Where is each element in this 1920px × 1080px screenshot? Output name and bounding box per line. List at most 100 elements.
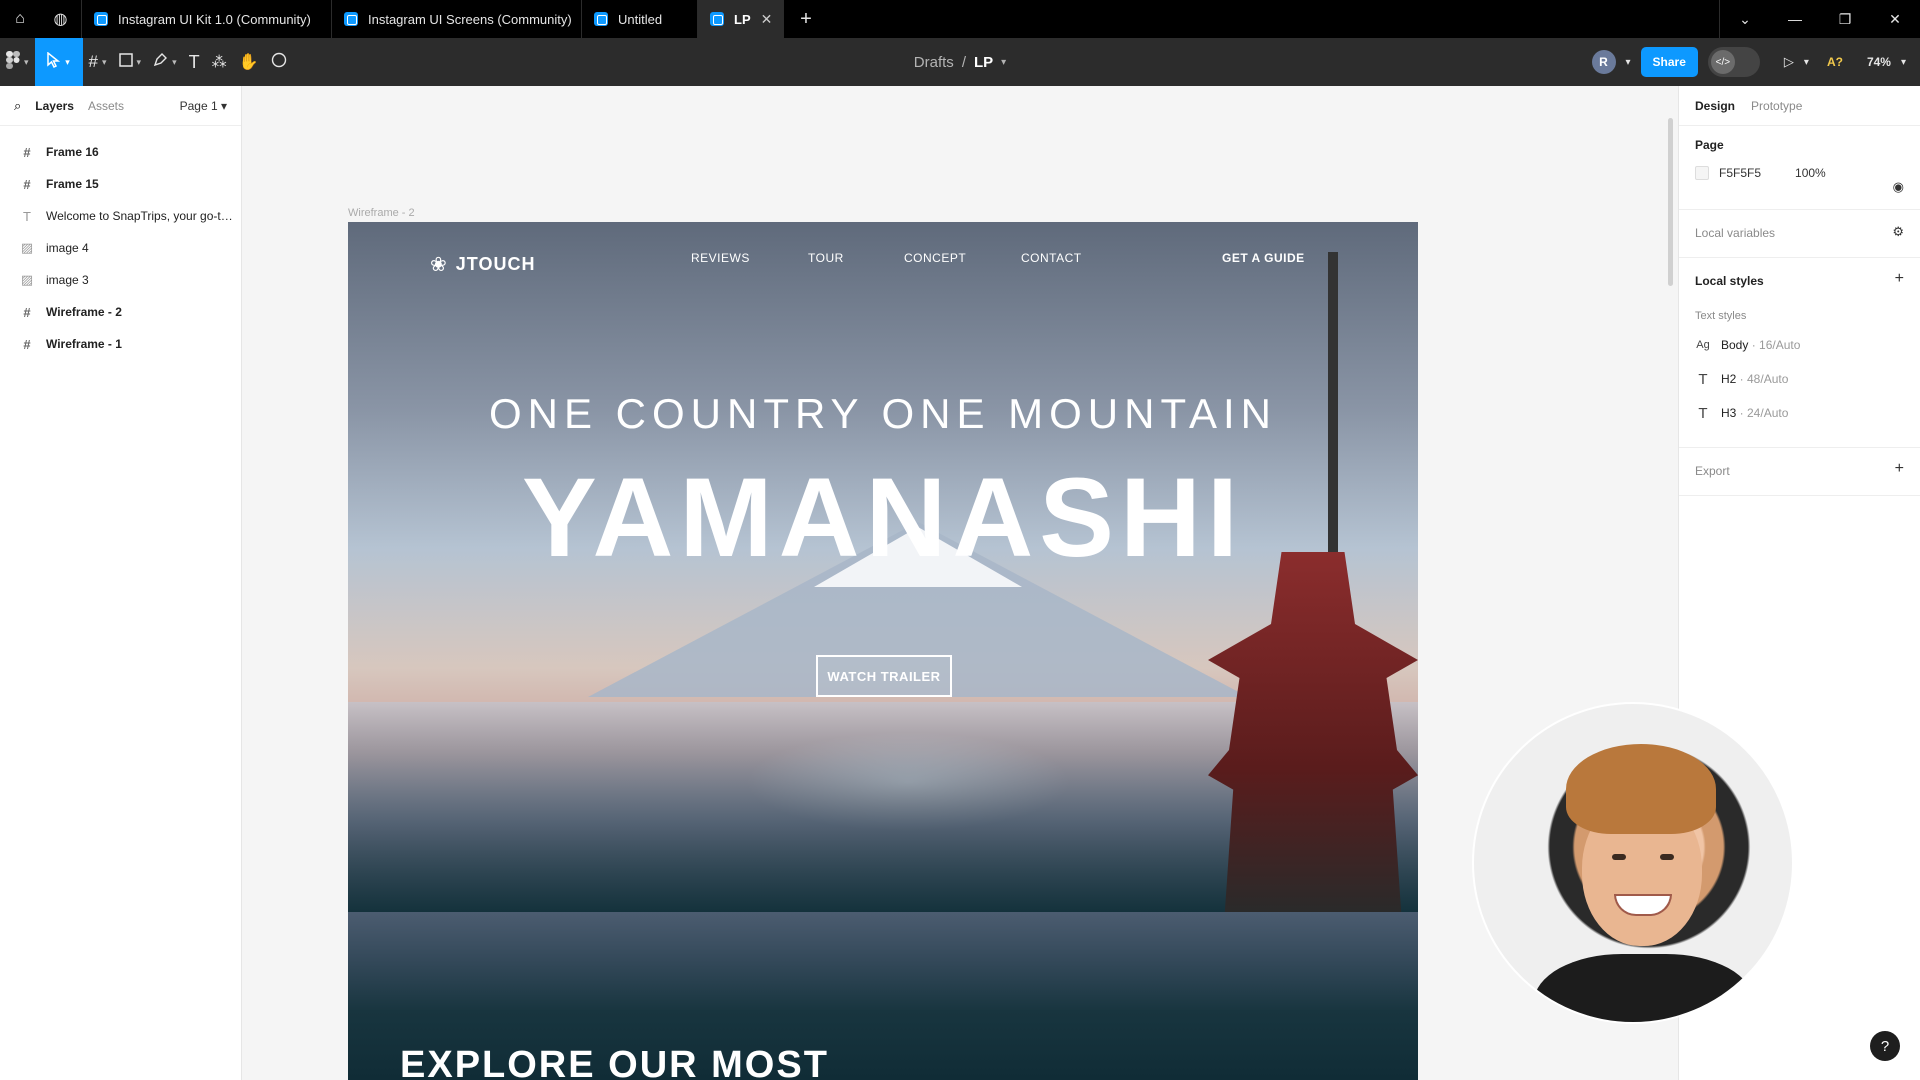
canvas-scrollbar[interactable] [1668,118,1673,286]
layer-item[interactable]: # Wireframe - 1 [0,328,241,360]
search-icon[interactable]: ⌕ [14,98,21,114]
webcam-eye [1660,854,1674,860]
figma-file-icon [594,12,608,26]
tab-instagram-ui-kit[interactable]: Instagram UI Kit 1.0 (Community) [82,0,332,38]
logo-text: JTOUCH [455,254,536,274]
breadcrumb: Drafts / LP ▾ [914,38,1006,86]
dev-mode-toggle[interactable]: </> [1707,47,1760,77]
text-style-item[interactable]: T H2 · 48/Auto [1695,362,1904,396]
tabs-dropdown-icon[interactable]: ⌄ [1720,0,1770,38]
nav-link-tour[interactable]: TOUR [808,251,844,265]
breadcrumb-drafts[interactable]: Drafts [914,54,954,71]
close-tab-icon[interactable]: ✕ [761,11,773,28]
close-window-icon[interactable]: ✕ [1870,0,1920,38]
layer-item[interactable]: ▨ image 3 [0,264,241,296]
tab-prototype[interactable]: Prototype [1751,99,1802,113]
text-icon: T [23,208,31,224]
chevron-down-icon[interactable]: ▾ [1001,57,1006,68]
play-icon[interactable]: ▷ [1784,54,1794,70]
breadcrumb-separator: / [961,53,966,71]
text-style-icon: T [1698,370,1708,388]
move-tool[interactable]: ▾ [34,38,83,86]
resources-tool[interactable]: ⁂ [206,38,233,86]
frame-tool[interactable]: # ▾ [83,38,113,86]
chevron-down-icon: ▾ [136,56,142,67]
globe-icon[interactable]: ◍ [40,0,82,38]
chevron-down-icon: ▾ [24,56,29,67]
text-icon: T [188,51,200,72]
text-tool[interactable]: T [183,38,206,86]
tab-design[interactable]: Design [1695,99,1735,113]
section-title: Page [1695,138,1724,152]
comment-tool[interactable] [265,38,293,86]
hero-frame[interactable]: ❀ JTOUCH REVIEWS TOUR CONCEPT CONTACT GE… [348,222,1418,1080]
local-styles-label: Local styles [1695,274,1764,288]
pen-icon [153,52,168,72]
text-style-icon: T [1698,404,1708,422]
tab-lp[interactable]: LP ✕ [698,0,784,38]
layer-item[interactable]: # Frame 15 [0,168,241,200]
tab-instagram-ui-screens[interactable]: Instagram UI Screens (Community) [332,0,582,38]
share-button[interactable]: Share [1640,47,1698,77]
code-icon: </> [1710,50,1735,74]
text-style-item[interactable]: T H3 · 24/Auto [1695,396,1904,430]
layer-item[interactable]: ▨ image 4 [0,232,241,264]
chevron-down-icon: ▾ [102,56,107,67]
chevron-down-icon[interactable]: ▾ [1804,57,1809,68]
page-color-value[interactable]: F5F5F5 [1719,166,1761,180]
chevron-down-icon[interactable]: ▾ [1901,57,1906,68]
new-tab-icon[interactable]: + [784,0,828,38]
pen-tool[interactable]: ▾ [147,38,183,86]
cursor-icon [47,50,61,73]
image-icon: ▨ [20,272,34,287]
nav-link-contact[interactable]: CONTACT [1021,251,1082,265]
site-logo[interactable]: ❀ JTOUCH [430,252,535,277]
avatar[interactable]: R [1591,50,1616,74]
tab-layers[interactable]: Layers [35,99,74,113]
tab-assets[interactable]: Assets [88,99,124,113]
frame-icon: # [23,304,31,320]
page-opacity-value[interactable]: 100% [1795,166,1826,180]
home-icon[interactable]: ⌂ [0,0,40,38]
nav-link-reviews[interactable]: REVIEWS [691,251,750,265]
layer-item[interactable]: T Welcome to SnapTrips, your go-to ... [0,200,241,232]
shape-tool[interactable]: ▾ [113,38,148,86]
page-selector[interactable]: Page 1 ▾ [180,99,227,113]
variables-settings-icon[interactable]: ⚙ [1892,224,1904,240]
chevron-down-icon[interactable]: ▾ [1626,57,1631,68]
page-color-swatch[interactable] [1695,166,1709,180]
help-button[interactable]: ? [1870,1031,1900,1061]
frame-icon: # [23,176,31,192]
local-variables-label[interactable]: Local variables [1695,226,1904,240]
add-style-icon[interactable]: + [1895,270,1904,288]
frame-icon: # [88,52,98,71]
restore-icon[interactable]: ❐ [1820,0,1870,38]
file-name[interactable]: LP [974,54,993,71]
page-section: Page F5F5F5 100% ◉ [1679,126,1920,210]
minimize-icon[interactable]: — [1770,0,1820,38]
right-panel-tabs: Design Prototype [1679,86,1920,126]
layer-item[interactable]: # Wireframe - 2 [0,296,241,328]
frame-label[interactable]: Wireframe - 2 [348,207,415,219]
layer-item[interactable]: # Frame 16 [0,136,241,168]
eye-icon[interactable]: ◉ [1893,179,1904,195]
hand-tool[interactable]: ✋ [233,38,265,86]
watch-trailer-button[interactable]: WATCH TRAILER [816,655,952,697]
ai-assistant-icon[interactable]: A? [1827,55,1843,69]
text-style-ag-icon: Ag [1696,339,1710,351]
tab-untitled[interactable]: Untitled [582,0,698,38]
left-panel-tabs: ⌕ Layers Assets Page 1 ▾ [0,86,241,126]
nav-link-concept[interactable]: CONCEPT [904,251,966,265]
figma-file-icon [710,12,724,26]
components-icon: ⁂ [211,54,227,71]
rectangle-icon [118,52,133,72]
export-label[interactable]: Export [1695,464,1904,478]
zoom-level[interactable]: 74% [1867,55,1891,69]
add-export-icon[interactable]: + [1895,460,1904,478]
figma-file-icon [344,12,358,26]
hand-icon: ✋ [238,54,259,71]
text-style-item[interactable]: Ag Body · 16/Auto [1695,328,1904,362]
get-a-guide-link[interactable]: GET A GUIDE [1222,251,1305,265]
main-menu-button[interactable]: ▾ [0,38,35,86]
window-controls: ⌄ — ❐ ✕ [1719,0,1920,38]
